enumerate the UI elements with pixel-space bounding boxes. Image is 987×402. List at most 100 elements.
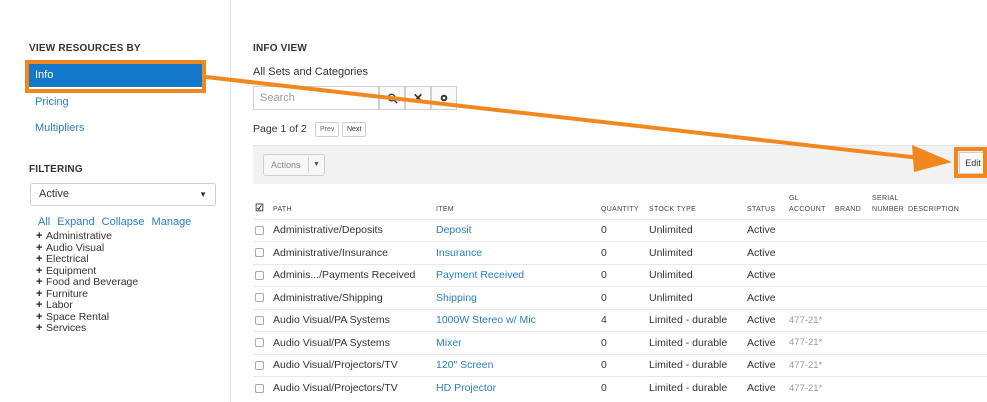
row-checkbox[interactable]: [255, 270, 264, 280]
plus-icon: +: [36, 299, 43, 311]
row-path: Audio Visual/PA Systems: [271, 308, 434, 332]
row-gl-account: 477-21*: [787, 376, 833, 399]
column-header-gl-account[interactable]: GL ACCOUNT: [787, 184, 833, 219]
edit-highlight-box: [954, 147, 987, 178]
row-gl-account: 477-21*: [787, 331, 833, 354]
tree-controls: All Expand Collapse Manage: [38, 216, 195, 228]
search-button[interactable]: [379, 86, 405, 110]
page-title: INFO VIEW: [253, 43, 308, 54]
row-stock-type: Unlimited: [647, 263, 745, 287]
row-checkbox[interactable]: [255, 225, 264, 235]
close-icon: ✕: [412, 91, 424, 105]
row-status: Active: [745, 353, 787, 377]
row-path: Administrative/Shipping: [271, 286, 434, 309]
nav-item-pricing[interactable]: Pricing: [26, 90, 206, 114]
row-status: Active: [745, 263, 787, 287]
column-header-item[interactable]: ITEM: [434, 184, 599, 219]
row-path: Adminis.../Payments Received: [271, 263, 434, 287]
table-row[interactable]: Audio Visual/Projectors/TV HD Projector …: [253, 376, 987, 399]
row-quantity: 0: [599, 241, 647, 264]
column-header-serial-number[interactable]: SERIAL NUMBER: [870, 184, 906, 219]
row-status: Active: [745, 218, 787, 242]
pagination-info: Page 1 of 2: [253, 123, 307, 135]
tree-node[interactable]: + Services: [36, 322, 138, 335]
info-highlight-box: [25, 60, 206, 93]
search-icon: [387, 93, 398, 104]
column-header-quantity[interactable]: QUANTITY: [599, 184, 647, 219]
page-subtitle: All Sets and Categories: [253, 66, 368, 78]
row-path: Administrative/Insurance: [271, 241, 434, 264]
gear-icon: [440, 94, 448, 102]
row-gl-account: 477-21*: [787, 308, 833, 332]
row-quantity: 0: [599, 286, 647, 309]
tree-expand-link[interactable]: Expand: [57, 216, 94, 228]
settings-button[interactable]: [431, 86, 457, 110]
row-item-link[interactable]: 120" Screen: [434, 353, 599, 377]
row-status: Active: [745, 331, 787, 354]
filtering-heading: FILTERING: [29, 164, 83, 175]
chevron-down-icon: ▼: [199, 190, 207, 199]
tree-manage-link[interactable]: Manage: [152, 216, 192, 228]
plus-icon: +: [36, 322, 43, 334]
search-input[interactable]: Search: [253, 86, 379, 110]
row-item-link[interactable]: Payment Received: [434, 263, 599, 287]
row-path: Audio Visual/Projectors/TV: [271, 353, 434, 377]
table-row[interactable]: Administrative/Insurance Insurance 0 Unl…: [253, 241, 987, 264]
table-row[interactable]: Adminis.../Payments Received Payment Rec…: [253, 263, 987, 287]
actions-dropdown[interactable]: Actions ▼: [263, 154, 325, 176]
row-checkbox[interactable]: [255, 315, 264, 325]
row-item-link[interactable]: Mixer: [434, 331, 599, 354]
table-row[interactable]: Administrative/Shipping Shipping 0 Unlim…: [253, 286, 987, 309]
row-quantity: 0: [599, 218, 647, 242]
actions-label: Actions: [271, 160, 301, 170]
divider: [308, 157, 309, 173]
select-all-header[interactable]: ☑: [253, 184, 271, 219]
row-checkbox[interactable]: [255, 383, 264, 393]
row-stock-type: Unlimited: [647, 218, 745, 242]
row-item-link[interactable]: 1000W Stereo w/ Mic: [434, 308, 599, 332]
row-path: Audio Visual/Projectors/TV: [271, 376, 434, 399]
column-header-brand[interactable]: BRAND: [833, 184, 870, 219]
column-header-description[interactable]: DESCRIPTION: [906, 184, 987, 219]
row-quantity: 4: [599, 308, 647, 332]
category-tree: + Administrative + Audio Visual + Electrica…: [36, 230, 138, 335]
row-item-link[interactable]: HD Projector: [434, 376, 599, 399]
tree-all-link[interactable]: All: [38, 216, 50, 228]
check-icon: ☑: [255, 202, 265, 214]
table-row[interactable]: Audio Visual/PA Systems 1000W Stereo w/ …: [253, 308, 987, 332]
plus-icon: +: [36, 230, 43, 242]
row-checkbox[interactable]: [255, 338, 264, 348]
row-item-link[interactable]: Insurance: [434, 241, 599, 264]
tree-collapse-link[interactable]: Collapse: [102, 216, 145, 228]
row-status: Active: [745, 241, 787, 264]
next-page-button[interactable]: Next: [342, 122, 367, 137]
row-checkbox[interactable]: [255, 248, 264, 258]
row-checkbox[interactable]: [255, 360, 264, 370]
column-header-path[interactable]: PATH: [271, 184, 434, 219]
row-status: Active: [745, 376, 787, 399]
prev-page-button[interactable]: Prev: [315, 122, 340, 137]
chevron-down-icon: ▼: [313, 161, 320, 168]
row-path: Audio Visual/PA Systems: [271, 331, 434, 354]
table-row[interactable]: Administrative/Deposits Deposit 0 Unlimi…: [253, 218, 987, 242]
status-filter-select[interactable]: Active ▼: [30, 183, 216, 206]
row-quantity: 0: [599, 376, 647, 399]
row-stock-type: Unlimited: [647, 241, 745, 264]
clear-search-button[interactable]: ✕: [405, 86, 431, 110]
plus-icon: +: [36, 276, 43, 288]
table-row[interactable]: Audio Visual/PA Systems Mixer 0 Limited …: [253, 331, 987, 354]
row-item-link[interactable]: Deposit: [434, 218, 599, 242]
row-stock-type: Limited - durable: [647, 331, 745, 354]
nav-item-multipliers[interactable]: Multipliers: [26, 116, 206, 140]
row-item-link[interactable]: Shipping: [434, 286, 599, 309]
row-stock-type: Limited - durable: [647, 353, 745, 377]
column-header-status[interactable]: STATUS: [745, 184, 787, 219]
column-header-stock-type[interactable]: STOCK TYPE: [647, 184, 745, 219]
table-header-row: ☑ PATH ITEM QUANTITY STOCK TYPE STATUS G…: [253, 184, 987, 219]
row-quantity: 0: [599, 353, 647, 377]
table-row[interactable]: Audio Visual/Projectors/TV 120" Screen 0…: [253, 353, 987, 377]
main-panel: INFO VIEW All Sets and Categories Search…: [231, 0, 987, 402]
table-toolbar: Actions ▼: [253, 145, 987, 184]
status-filter-value: Active: [39, 188, 69, 200]
row-checkbox[interactable]: [255, 293, 264, 303]
